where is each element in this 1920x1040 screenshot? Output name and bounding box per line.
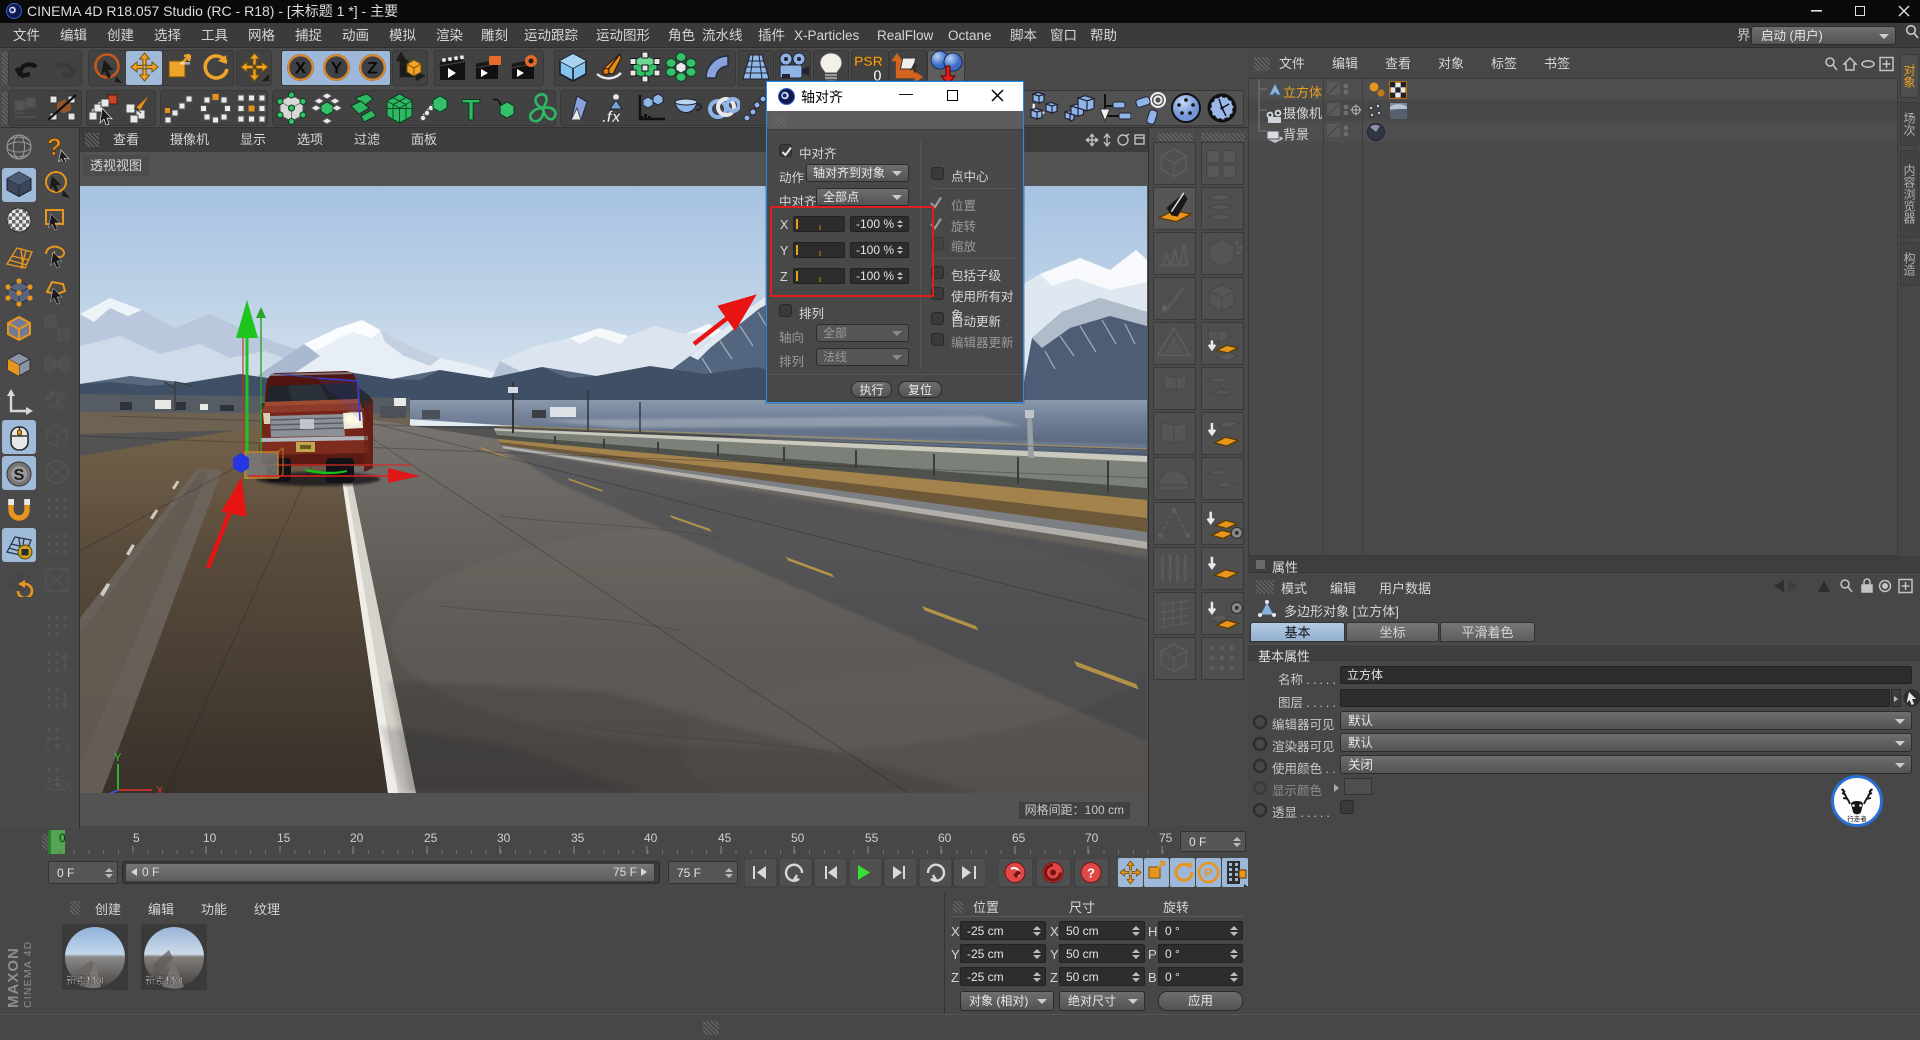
svg-text:T: T <box>462 94 480 125</box>
svg-text:30: 30 <box>497 831 511 845</box>
svg-text:Y: Y <box>331 59 343 78</box>
svg-text:10: 10 <box>203 831 217 845</box>
svg-text:行走者: 行走者 <box>1847 814 1867 823</box>
svg-text:50: 50 <box>791 831 805 845</box>
svg-text:40: 40 <box>644 831 658 845</box>
svg-text:45: 45 <box>718 831 732 845</box>
svg-text:S: S <box>14 467 25 484</box>
svg-text:55: 55 <box>865 831 879 845</box>
svg-text:60: 60 <box>938 831 952 845</box>
svg-text:5: 5 <box>133 831 140 845</box>
svg-text:35: 35 <box>571 831 585 845</box>
svg-text:0: 0 <box>59 831 66 845</box>
svg-text:Z: Z <box>367 59 377 78</box>
svg-text:新素材0l: 新素材0l <box>145 974 183 987</box>
svg-text:65: 65 <box>1012 831 1026 845</box>
svg-text:25: 25 <box>424 831 438 845</box>
svg-text:75: 75 <box>1159 831 1173 845</box>
svg-text:?: ? <box>1087 866 1095 881</box>
svg-text:P: P <box>1204 866 1212 880</box>
svg-text:新素材0l: 新素材0l <box>66 974 104 987</box>
svg-text:20: 20 <box>350 831 364 845</box>
svg-text:15: 15 <box>277 831 291 845</box>
svg-text:70: 70 <box>1085 831 1099 845</box>
svg-text:.fx: .fx <box>602 109 622 125</box>
svg-text:X: X <box>295 59 307 78</box>
svg-text:Y: Y <box>114 752 122 764</box>
svg-text:PSR: PSR <box>854 53 883 69</box>
svg-text:X: X <box>156 785 164 793</box>
